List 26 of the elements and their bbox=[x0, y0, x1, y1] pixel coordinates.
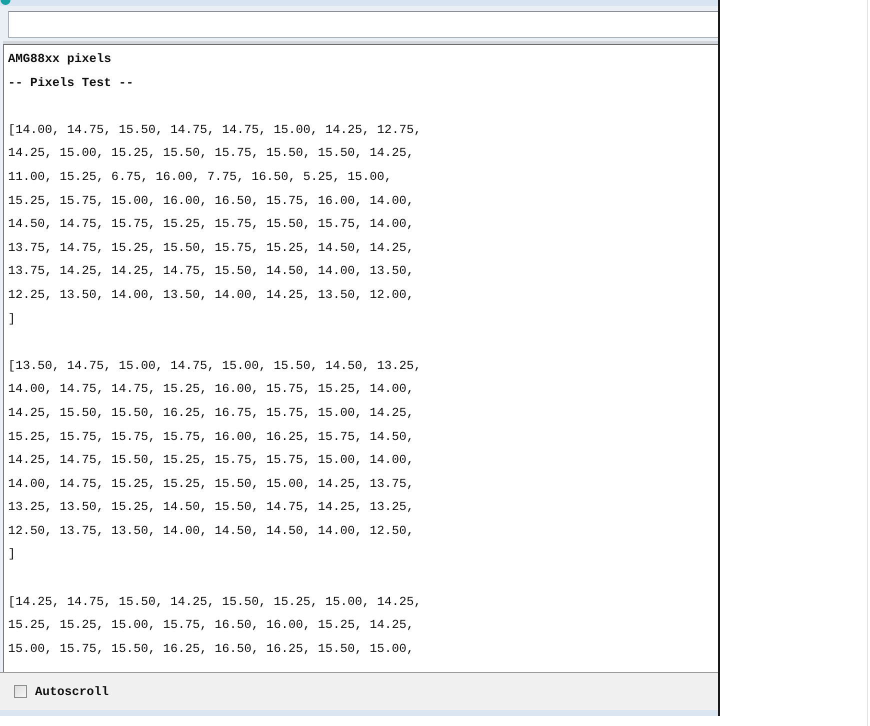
output-line: 14.00, 14.75, 15.25, 15.25, 15.50, 15.00, 14.25, 13.75, bbox=[8, 476, 414, 493]
output-line: 15.25, 15.75, 15.75, 15.75, 16.00, 16.25, 15.75, 14.50, bbox=[8, 428, 414, 446]
output-line: 13.25, 13.50, 15.25, 14.50, 15.50, 14.75, 14.25, 13.25, bbox=[8, 499, 414, 516]
output-line: 15.25, 15.75, 15.00, 16.00, 16.50, 15.75, 16.00, 14.00, bbox=[8, 192, 414, 210]
output-line: 14.25, 15.00, 15.25, 15.50, 15.75, 15.50, 15.50, 14.25, bbox=[8, 145, 414, 162]
output-line: 14.50, 14.75, 15.75, 15.25, 15.75, 15.50, 15.75, 14.00, bbox=[8, 216, 414, 234]
output-line: 13.75, 14.75, 15.25, 15.50, 15.75, 15.25, 14.50, 14.25, bbox=[8, 240, 414, 257]
output-line: 11.00, 15.25, 6.75, 16.00, 7.75, 16.50, 5.25, 15.00, bbox=[8, 168, 392, 186]
output-line: [14.25, 14.75, 15.50, 14.25, 15.50, 15.25, 15.00, 14.25, bbox=[8, 594, 422, 611]
output-line: [14.00, 14.75, 15.50, 14.75, 14.75, 15.00, 14.25, 12.75, bbox=[8, 122, 422, 139]
output-line: 12.50, 13.75, 13.50, 14.00, 14.50, 14.50, 14.00, 12.50, bbox=[8, 522, 414, 540]
output-line: -- Pixels Test -- bbox=[8, 74, 134, 92]
output-line: ] bbox=[8, 310, 16, 328]
output-line: 15.25, 15.25, 15.00, 15.75, 16.50, 16.00, 15.25, 14.25, bbox=[8, 617, 414, 634]
autoscroll-checkbox[interactable] bbox=[14, 685, 27, 698]
output-line: [13.50, 14.75, 15.00, 14.75, 15.00, 15.50, 14.50, 13.25, bbox=[8, 358, 422, 375]
output-line: 14.25, 15.50, 15.50, 16.25, 16.75, 15.75, 15.00, 14.25, bbox=[8, 404, 414, 422]
output-line: 15.00, 15.75, 15.50, 16.25, 16.50, 16.25, 15.50, 15.00, bbox=[8, 640, 414, 658]
output-line: 12.25, 13.50, 14.00, 13.50, 14.00, 14.25, 13.50, 12.00, bbox=[8, 286, 414, 304]
input-field[interactable] bbox=[8, 11, 718, 38]
output-line: 14.25, 14.75, 15.50, 15.25, 15.75, 15.75, 15.00, 14.00, bbox=[8, 452, 414, 470]
autoscroll-label[interactable]: Autoscroll bbox=[35, 684, 109, 698]
output-line: ] bbox=[8, 546, 16, 564]
output-line: AMG88xx pixels bbox=[8, 51, 112, 68]
output-line: 14.00, 14.75, 14.75, 15.25, 16.00, 15.75, 15.25, 14.00, bbox=[8, 381, 414, 398]
output-line: 13.75, 14.25, 14.25, 14.75, 15.50, 14.50, 14.00, 13.50, bbox=[8, 263, 414, 280]
